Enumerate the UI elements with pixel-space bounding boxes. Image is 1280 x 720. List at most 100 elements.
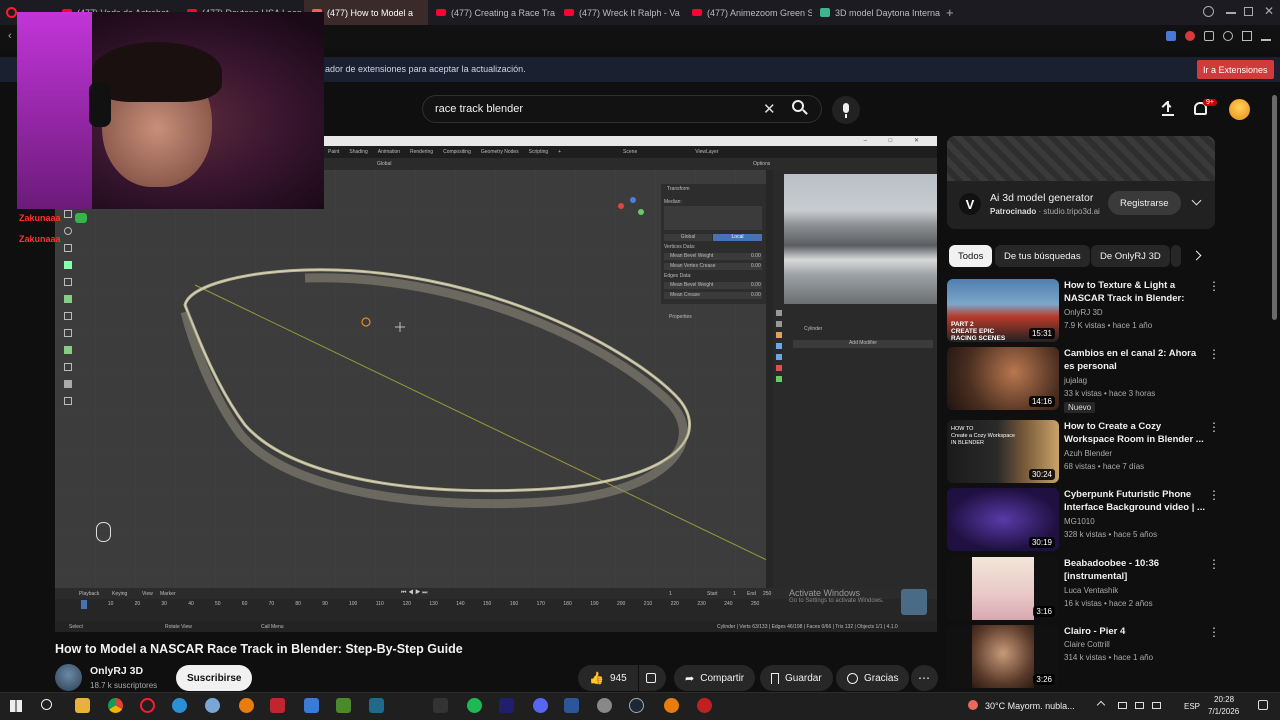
network-icon[interactable] bbox=[1135, 702, 1144, 709]
list-item[interactable]: 14:16 Cambios en el canal 2: Ahora es pe… bbox=[947, 347, 1257, 413]
tab-animezoom[interactable]: (477) Animezoom Green S bbox=[684, 0, 812, 25]
opera-icon[interactable] bbox=[140, 698, 155, 713]
spotify-icon[interactable] bbox=[467, 698, 482, 713]
voice-search-button[interactable] bbox=[832, 96, 860, 124]
tab-3d-model-daytona[interactable]: 3D model Daytona Interna bbox=[812, 0, 940, 25]
app-icon[interactable] bbox=[697, 698, 712, 713]
chevron-down-icon[interactable] bbox=[1191, 195, 1202, 206]
restore-icon[interactable] bbox=[1244, 7, 1253, 16]
tool-icon[interactable] bbox=[64, 397, 72, 405]
notification-center-icon[interactable] bbox=[1258, 700, 1268, 710]
app-icon[interactable] bbox=[270, 698, 285, 713]
video-thumbnail[interactable]: 3:26 bbox=[947, 625, 1059, 688]
more-options-icon[interactable]: ⋮ bbox=[1208, 279, 1220, 293]
blender-icon[interactable] bbox=[664, 698, 679, 713]
chip-from-searches[interactable]: De tus búsquedas bbox=[995, 245, 1090, 267]
extension-icon[interactable] bbox=[1185, 31, 1195, 41]
volume-icon[interactable] bbox=[1152, 702, 1161, 709]
more-options-icon[interactable]: ⋮ bbox=[1208, 488, 1220, 502]
add-modifier-button[interactable]: Add Modifier bbox=[793, 340, 933, 348]
more-options-icon[interactable]: ⋮ bbox=[1208, 625, 1220, 639]
more-options-icon[interactable]: ⋮ bbox=[1208, 420, 1220, 434]
tool-icon[interactable] bbox=[64, 261, 72, 269]
app-icon[interactable] bbox=[336, 698, 351, 713]
list-item[interactable]: 3:26 Clairo - Pier 4 Claire Cottrill 314… bbox=[947, 625, 1257, 689]
list-item[interactable]: 30:19 Cyberpunk Futuristic Phone Interfa… bbox=[947, 488, 1257, 552]
local-button[interactable]: Local bbox=[713, 234, 762, 241]
list-item[interactable]: HOW TO Create a Cozy Workspace IN BLENDE… bbox=[947, 420, 1257, 484]
list-item[interactable]: 3:16 Beabadoobee - 10:36 [instrumental] … bbox=[947, 557, 1257, 621]
current-frame[interactable]: 1 bbox=[669, 591, 672, 597]
tool-icon[interactable] bbox=[64, 210, 72, 218]
extension-icon[interactable] bbox=[1166, 31, 1176, 41]
mean-vertex-crease-field[interactable]: Mean Vertex Crease bbox=[664, 263, 762, 270]
global-button[interactable]: Global bbox=[664, 234, 712, 241]
app-icon[interactable] bbox=[433, 698, 448, 713]
tool-icon[interactable] bbox=[64, 380, 72, 388]
tool-icon[interactable] bbox=[64, 329, 72, 337]
ad-register-button[interactable]: Registrarse bbox=[1108, 191, 1181, 215]
video-title[interactable]: Cyberpunk Futuristic Phone Interface Bac… bbox=[1064, 488, 1206, 514]
more-options-icon[interactable]: ⋮ bbox=[1208, 347, 1220, 361]
video-title[interactable]: Cambios en el canal 2: Ahora es personal bbox=[1064, 347, 1206, 373]
playhead[interactable] bbox=[81, 600, 87, 609]
thanks-button[interactable]: Gracias bbox=[836, 665, 910, 691]
video-title[interactable]: How to Create a Cozy Workspace Room in B… bbox=[1064, 420, 1206, 446]
more-actions-button[interactable]: ⋯ bbox=[911, 665, 938, 691]
app-icon[interactable] bbox=[304, 698, 319, 713]
back-icon[interactable]: ‹ bbox=[8, 30, 12, 42]
tool-icon[interactable] bbox=[64, 227, 72, 235]
search-input[interactable]: race track blender ✕ bbox=[422, 95, 822, 123]
video-thumbnail[interactable]: 30:19 bbox=[947, 488, 1059, 551]
channel-name[interactable]: Luca Ventashik bbox=[1064, 586, 1118, 595]
video-thumbnail[interactable]: 14:16 bbox=[947, 347, 1059, 410]
video-player[interactable]: – □ ✕ Paint Shading Animation Rendering … bbox=[55, 136, 937, 632]
save-button[interactable]: Guardar bbox=[760, 665, 833, 691]
share-button[interactable]: ➦ Compartir bbox=[674, 665, 756, 691]
chip-all[interactable]: Todos bbox=[949, 245, 993, 267]
play-controls[interactable]: ⏮ ◀ ▶ ⏭ bbox=[401, 590, 428, 597]
tool-icon[interactable] bbox=[64, 346, 72, 354]
list-item[interactable]: PART 2 CREATE EPIC RACING SCENES 15:31 H… bbox=[947, 279, 1257, 343]
steam-icon[interactable] bbox=[629, 698, 644, 713]
subscribe-button[interactable]: Suscribirse bbox=[176, 665, 253, 691]
chevron-right-icon[interactable] bbox=[1191, 250, 1202, 261]
dislike-button[interactable] bbox=[639, 665, 666, 691]
new-tab-button[interactable]: + bbox=[940, 5, 960, 20]
channel-name[interactable]: jujalag bbox=[1064, 376, 1087, 385]
chrome-icon[interactable] bbox=[108, 698, 123, 713]
video-title[interactable]: How to Texture & Light a NASCAR Track in… bbox=[1064, 279, 1206, 305]
page-scrollbar[interactable] bbox=[1272, 95, 1277, 320]
playback-menu[interactable]: Playback bbox=[79, 591, 99, 597]
channel-name[interactable]: MG1010 bbox=[1064, 517, 1095, 526]
blender-icon[interactable] bbox=[239, 698, 254, 713]
channel-name[interactable]: Claire Cottrill bbox=[1064, 640, 1110, 649]
search-button[interactable] bbox=[792, 100, 810, 118]
tab-wreck-it-ralph[interactable]: (477) Wreck It Ralph - Va bbox=[556, 0, 684, 25]
video-thumbnail[interactable]: HOW TO Create a Cozy Workspace IN BLENDE… bbox=[947, 420, 1059, 483]
minimize-icon[interactable] bbox=[1226, 12, 1236, 14]
tool-icon[interactable] bbox=[64, 295, 72, 303]
extension-icon[interactable] bbox=[1223, 31, 1233, 41]
file-explorer-icon[interactable] bbox=[75, 698, 90, 713]
end-frame[interactable]: 250 bbox=[763, 591, 771, 597]
properties-collapsed[interactable]: Properties bbox=[669, 314, 692, 320]
app-icon[interactable] bbox=[205, 698, 220, 713]
close-window-icon[interactable]: ✕ bbox=[1264, 4, 1274, 18]
input-language[interactable]: ESP bbox=[1184, 702, 1200, 711]
after-effects-icon[interactable] bbox=[499, 698, 514, 713]
app-icon[interactable] bbox=[369, 698, 384, 713]
median-fields[interactable] bbox=[664, 206, 762, 230]
create-upload-icon[interactable] bbox=[1161, 101, 1174, 116]
chip-from-onlyrj[interactable]: De OnlyRJ 3D bbox=[1091, 245, 1170, 267]
word-icon[interactable] bbox=[564, 698, 579, 713]
keying-menu[interactable]: Keying bbox=[112, 591, 127, 597]
chip-truncated[interactable] bbox=[1171, 245, 1181, 267]
tool-icon[interactable] bbox=[64, 244, 72, 252]
video-title[interactable]: Clairo - Pier 4 bbox=[1064, 625, 1206, 638]
channel-name[interactable]: OnlyRJ 3D bbox=[1064, 308, 1103, 317]
video-thumbnail[interactable]: 3:16 bbox=[947, 557, 1059, 620]
edge-icon[interactable] bbox=[172, 698, 187, 713]
video-thumbnail[interactable]: PART 2 CREATE EPIC RACING SCENES 15:31 bbox=[947, 279, 1059, 342]
tab-creating-race[interactable]: (477) Creating a Race Tra bbox=[428, 0, 556, 25]
